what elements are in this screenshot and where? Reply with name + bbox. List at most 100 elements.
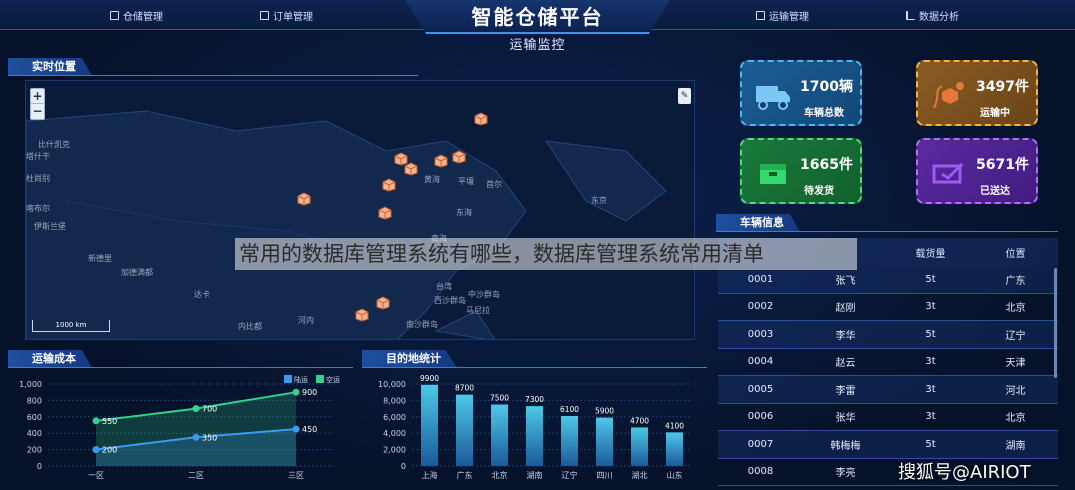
place-label: 黄海 <box>424 175 440 184</box>
stat-card-vehicles[interactable]: 1700辆 车辆总数 <box>740 60 862 126</box>
table-row[interactable]: 0003 李华 5t 辽宁 <box>718 321 1058 349</box>
x-tick-label: 广东 <box>457 470 473 480</box>
y-tick-label: 8,000 <box>383 396 406 405</box>
place-label: 伊斯兰堡 <box>34 222 66 231</box>
stat-label: 待发货 <box>804 186 834 197</box>
nav-orders[interactable]: 订单管理 <box>260 8 313 23</box>
stat-card-in-transit[interactable]: 3497件 运输中 <box>916 60 1038 126</box>
shipment-box-icon[interactable] <box>474 111 488 126</box>
table-row[interactable]: 0004 赵云 3t 天津 <box>718 349 1058 376</box>
y-tick-label: 1,000 <box>19 380 42 389</box>
stat-value: 1700辆 <box>800 79 853 95</box>
legend-swatch <box>284 375 292 383</box>
table-cell: 赵云 <box>835 358 856 370</box>
place-label: 中沙群岛 <box>468 290 500 299</box>
x-tick-label: 二区 <box>188 471 204 480</box>
order-icon <box>260 11 269 20</box>
bar <box>631 427 648 466</box>
place-label: 东京 <box>591 196 607 205</box>
table-row[interactable]: 0006 张华 3t 北京 <box>718 404 1058 431</box>
cost-panel-header: 运输成本 <box>8 350 353 368</box>
data-point <box>92 446 100 454</box>
shipment-box-icon[interactable] <box>434 153 448 168</box>
watermark: 搜狐号@AIRIOT <box>898 462 1031 483</box>
stat-label: 车辆总数 <box>804 108 844 119</box>
truck-nav-icon <box>756 11 765 20</box>
table-cell: 0003 <box>747 328 774 340</box>
table-cell: 3t <box>925 356 936 368</box>
data-point <box>292 425 300 433</box>
vehicle-table: 载货量 位置 0001 张飞 5t 广东 0002 赵刚 3t 北京 0003 李华 5t 辽宁 000… <box>718 238 1058 486</box>
table-cell: 李雷 <box>835 385 856 397</box>
place-label: 杜尚别 <box>26 174 50 183</box>
zoom-in-button[interactable]: + <box>31 89 44 104</box>
shipment-box-icon[interactable] <box>297 191 311 206</box>
bar <box>491 404 508 466</box>
place-label: 塔什干 <box>26 152 50 161</box>
truck-icon <box>756 86 790 110</box>
table-row[interactable]: 0005 李雷 3t 河北 <box>718 376 1058 404</box>
data-point <box>192 433 200 441</box>
map-zoom-control: + − <box>30 88 45 120</box>
x-tick-label: 三区 <box>288 471 304 480</box>
package-icon <box>760 164 786 184</box>
edit-icon[interactable]: ✎ <box>678 88 691 104</box>
place-label: 马尼拉 <box>466 306 490 315</box>
table-cell: 5t <box>925 328 936 340</box>
overlay-caption: 常用的数据库管理系统有哪些，数据库管理系统常用清单 <box>235 238 857 270</box>
shipment-box-icon[interactable] <box>404 161 418 176</box>
nav-analytics[interactable]: 数据分析 <box>906 8 959 23</box>
table-cell: 3t <box>925 383 936 395</box>
data-label: 350 <box>202 433 217 442</box>
vehicle-panel-header: 车辆信息 <box>716 214 1058 232</box>
table-cell: 天津 <box>1005 358 1026 370</box>
legend-swatch <box>316 375 324 383</box>
y-tick-label: 600 <box>27 413 42 422</box>
data-label: 7500 <box>490 394 509 403</box>
stat-card-pending[interactable]: 1665件 待发货 <box>740 138 862 204</box>
nav-transport[interactable]: 运输管理 <box>756 8 809 23</box>
table-scrollbar[interactable] <box>1054 268 1057 378</box>
x-tick-label: 湖南 <box>527 470 543 480</box>
table-row[interactable]: 0007 韩梅梅 5t 湖南 <box>718 431 1058 459</box>
data-label: 7300 <box>525 395 544 404</box>
data-point <box>92 417 100 425</box>
map-panel-title: 实时位置 <box>8 58 92 76</box>
realtime-map[interactable]: 比什凯克 塔什干 杜尚别 喀布尔 伊斯兰堡 新德里 加德满都 达卡 内比都 河内… <box>25 80 695 340</box>
data-label: 200 <box>102 446 117 455</box>
place-label: 南沙群岛 <box>406 320 438 329</box>
table-cell: 3t <box>925 411 936 423</box>
data-label: 4700 <box>630 416 649 425</box>
y-tick-label: 6,000 <box>383 413 406 422</box>
legend-label: 空运 <box>326 375 340 384</box>
shipment-box-icon[interactable] <box>376 295 390 310</box>
shipment-box-icon[interactable] <box>378 205 392 220</box>
place-label: 平壤 <box>458 177 474 186</box>
stat-card-delivered[interactable]: 5671件 已送达 <box>916 138 1038 204</box>
data-label: 5900 <box>595 407 614 416</box>
shipment-box-icon[interactable] <box>382 177 396 192</box>
place-label: 喀布尔 <box>26 204 50 213</box>
shipment-box-icon[interactable] <box>355 307 369 322</box>
place-label: 台湾 <box>436 282 452 291</box>
nav-warehouse[interactable]: 仓储管理 <box>110 8 163 23</box>
shipment-box-icon[interactable] <box>452 149 466 164</box>
legend-label: 陆运 <box>294 375 308 384</box>
table-row[interactable]: 0001 张飞 5t 广东 <box>718 266 1058 294</box>
map-panel-header: 实时位置 <box>8 58 418 76</box>
x-tick-label: 四川 <box>597 471 613 480</box>
table-cell: 张飞 <box>835 275 856 287</box>
table-cell: 韩梅梅 <box>830 440 861 452</box>
table-body: 0001 张飞 5t 广东 0002 赵刚 3t 北京 0003 李华 5t 辽宁 0004 赵云 3t 天津… <box>718 266 1058 486</box>
table-row[interactable]: 0002 赵刚 3t 北京 <box>718 294 1058 321</box>
x-tick-label: 辽宁 <box>562 470 578 480</box>
table-cell: 赵刚 <box>835 303 856 315</box>
table-cell: 张华 <box>835 413 856 425</box>
stat-value: 5671件 <box>976 157 1029 173</box>
dest-bar-chart: 0 2,000 4,000 6,000 8,000 10,000 9900 上海 8700 广东 7… <box>378 374 692 480</box>
data-point <box>192 405 200 413</box>
place-label: 西沙群岛 <box>434 296 466 305</box>
place-label: 内比都 <box>238 322 262 331</box>
map-scale-bar: 1000 km <box>32 320 110 332</box>
zoom-out-button[interactable]: − <box>31 104 44 119</box>
